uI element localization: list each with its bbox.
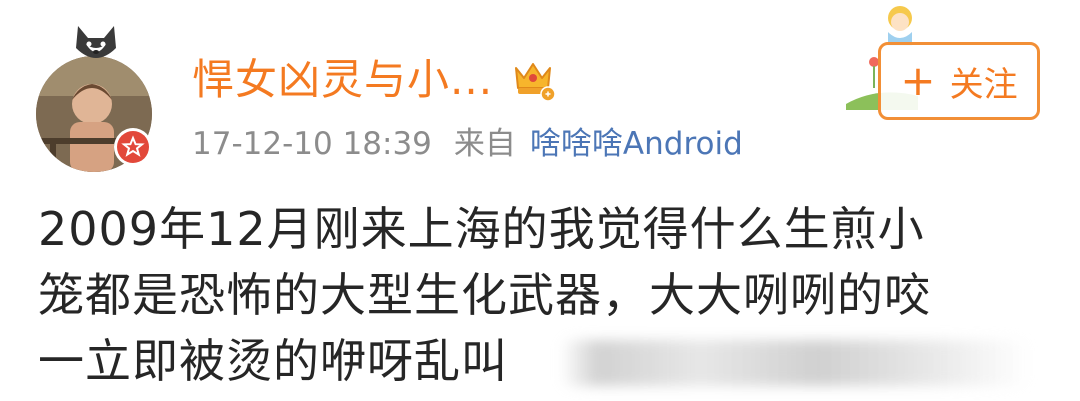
plus-icon: +	[900, 60, 935, 102]
username-link[interactable]: 悍女凶灵与小...	[192, 52, 493, 108]
content-line: 笼都是恐怖的大型生化武器，大大咧咧的咬	[38, 262, 1048, 328]
blurred-text-region	[560, 340, 1030, 386]
husky-pendant-icon	[72, 24, 120, 66]
post-meta: 17-12-10 18:39 来自啥啥啥Android	[192, 122, 743, 166]
vip-crown-icon[interactable]	[510, 56, 556, 102]
content-line: 2009年12月刚来上海的我觉得什么生煎小	[38, 196, 1048, 262]
from-label: 来自	[454, 126, 516, 162]
follow-button[interactable]: + 关注	[878, 42, 1040, 120]
post-timestamp: 17-12-10 18:39	[192, 126, 432, 162]
verified-badge-icon	[114, 128, 152, 166]
follow-button-label: 关注	[950, 57, 1018, 106]
user-avatar[interactable]	[36, 24, 156, 164]
source-link[interactable]: 啥啥啥Android	[530, 126, 743, 162]
weibo-post: 悍女凶灵与小... 17-12-10 18:39 来自啥啥啥Android + 关…	[0, 0, 1080, 401]
